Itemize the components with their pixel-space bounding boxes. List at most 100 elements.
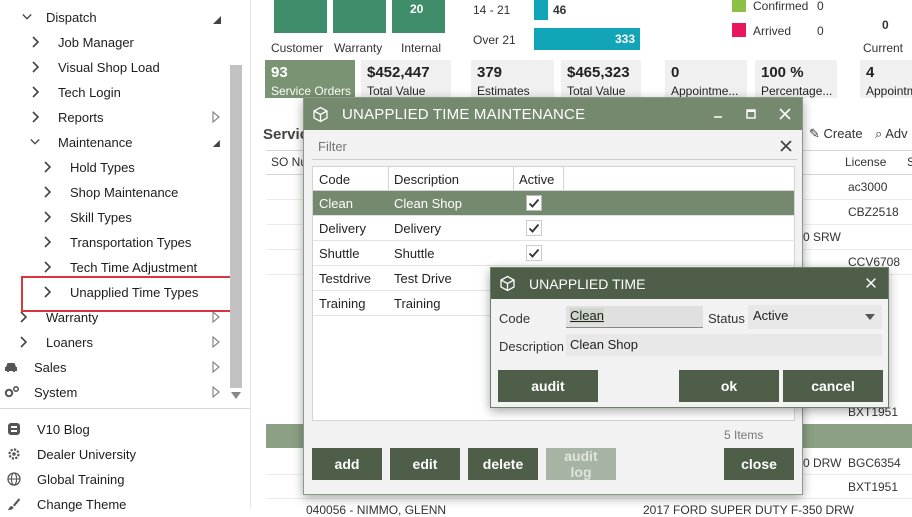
- close-icon[interactable]: [777, 106, 793, 122]
- sidebar-item-sales[interactable]: Sales: [0, 355, 245, 379]
- add-button[interactable]: add: [312, 448, 382, 480]
- vehicle-cell: 0 SRW: [803, 230, 841, 244]
- code-cell: Training: [319, 295, 366, 311]
- edit-button[interactable]: edit: [390, 448, 460, 480]
- column-header-description[interactable]: Description: [388, 167, 513, 191]
- sidebar-item-label: Hold Types: [70, 159, 135, 175]
- tile-appointments-current[interactable]: 4 Appointm: [860, 60, 912, 98]
- tile-estimates-value[interactable]: $465,323 Total Value: [561, 60, 641, 98]
- status-select[interactable]: Active: [748, 305, 882, 329]
- caret-expanded-icon: [213, 16, 221, 24]
- sidebar-item-global-training[interactable]: Global Training: [0, 467, 245, 491]
- dialog-titlebar[interactable]: UNAPPLIED TIME MAINTENANCE: [304, 98, 802, 130]
- sidebar-item-job-manager[interactable]: Job Manager: [0, 30, 245, 54]
- caret-right-icon: [212, 336, 220, 348]
- caret-right-icon: [212, 361, 220, 373]
- filter-input[interactable]: [312, 134, 767, 159]
- bar-label-warranty: Warranty: [334, 41, 383, 55]
- scroll-down-arrow-icon[interactable]: [231, 392, 241, 400]
- unapplied-time-edit-dialog: UNAPPLIED TIME Code Clean Status Active …: [490, 267, 889, 408]
- description-input[interactable]: Clean Shop: [566, 334, 882, 356]
- audit-button[interactable]: audit: [498, 370, 598, 402]
- description-label: Description: [499, 339, 565, 354]
- sidebar-item-shop-maintenance[interactable]: Shop Maintenance: [0, 180, 245, 204]
- sidebar-item-label: Skill Types: [70, 209, 132, 225]
- sidebar-item-reports[interactable]: Reports: [0, 105, 245, 129]
- sidebar-scrollbar[interactable]: [230, 0, 242, 405]
- scrollbar-thumb[interactable]: [230, 65, 242, 388]
- legend-swatch-confirmed: [732, 0, 746, 12]
- audit-log-button[interactable]: audit log: [546, 448, 616, 480]
- close-icon[interactable]: [864, 276, 878, 290]
- sidebar-item-change-theme[interactable]: Change Theme: [0, 492, 245, 516]
- ok-button[interactable]: ok: [679, 370, 779, 402]
- code-input[interactable]: Clean: [566, 306, 703, 328]
- sidebar-item-label: System: [34, 384, 78, 400]
- tile-percentage[interactable]: 100 % Percentage...: [755, 60, 837, 98]
- divider: [0, 408, 250, 409]
- chevron-right-icon: [19, 310, 29, 324]
- advanced-search-button[interactable]: ⌕ Adv: [875, 126, 908, 142]
- active-checkbox[interactable]: [526, 220, 542, 236]
- license-cell: BXT1951: [848, 480, 899, 494]
- status-value: Active: [753, 308, 789, 323]
- tile-estimates[interactable]: 379 Estimates: [471, 60, 554, 98]
- chevron-right-icon: [31, 85, 41, 99]
- sidebar-nav: Dispatch Job Manager Visual Shop Load Te…: [0, 0, 250, 512]
- search-icon: ⌕: [875, 126, 883, 141]
- sidebar-item-dealer-university[interactable]: Dealer University: [0, 442, 245, 466]
- chevron-right-icon: [43, 260, 53, 274]
- tile-value: $452,447: [367, 64, 430, 81]
- tile-total-value[interactable]: $452,447 Total Value: [361, 60, 451, 98]
- filter-bar: [312, 134, 797, 160]
- sidebar-item-transportation-types[interactable]: Transportation Types: [0, 230, 245, 254]
- tile-value: 100 %: [761, 64, 804, 81]
- internal-bar: 20: [392, 0, 445, 33]
- sidebar-item-visual-shop-load[interactable]: Visual Shop Load: [0, 55, 245, 79]
- bar-label-internal: Internal: [401, 41, 442, 55]
- cancel-button[interactable]: cancel: [783, 370, 883, 402]
- sidebar-item-hold-types[interactable]: Hold Types: [0, 155, 245, 179]
- active-checkbox[interactable]: [526, 195, 542, 211]
- table-row[interactable]: Clean Clean Shop: [313, 191, 794, 216]
- chevron-right-icon: [31, 60, 41, 74]
- legend-label: Confirmed: [753, 0, 809, 13]
- sidebar-item-label: Maintenance: [58, 134, 133, 150]
- sidebar-item-label: Tech Time Adjustment: [70, 259, 198, 275]
- bar-label-customer: Customer: [271, 41, 324, 55]
- column-header-s: S: [907, 155, 912, 169]
- sidebar-item-dispatch[interactable]: Dispatch: [0, 5, 245, 29]
- tile-service-orders[interactable]: 93 Service Orders: [265, 60, 355, 98]
- clear-filter-icon[interactable]: [779, 139, 793, 153]
- description-cell: Clean Shop: [394, 195, 462, 211]
- chevron-down-icon: [30, 135, 40, 149]
- maximize-icon[interactable]: [743, 106, 759, 122]
- settings-icon: [4, 385, 20, 399]
- aging-count: 46: [553, 3, 567, 17]
- sidebar-item-v10-blog[interactable]: V10 Blog: [0, 417, 245, 441]
- table-row[interactable]: Shuttle Shuttle: [313, 241, 794, 266]
- close-button[interactable]: close: [724, 448, 794, 480]
- sidebar-item-maintenance[interactable]: Maintenance: [0, 130, 245, 154]
- delete-button[interactable]: delete: [468, 448, 538, 480]
- sidebar-item-label: Sales: [34, 359, 67, 375]
- table-row[interactable]: Delivery Delivery: [313, 216, 794, 241]
- aging-bar-14-21: [534, 0, 548, 20]
- tile-appointments[interactable]: 0 Appointme...: [665, 60, 747, 98]
- tile-label: Estimates: [477, 84, 530, 98]
- legend-count: 0: [817, 24, 824, 38]
- sidebar-item-system[interactable]: System: [0, 380, 245, 404]
- column-header-code[interactable]: Code: [313, 167, 388, 191]
- minimize-icon[interactable]: [710, 106, 726, 122]
- tile-label: Total Value: [567, 84, 626, 98]
- chevron-right-icon: [43, 235, 53, 249]
- column-header-active[interactable]: Active: [513, 167, 563, 191]
- grid-header: Code Description Active: [313, 167, 794, 191]
- create-button[interactable]: ✎ Create: [809, 126, 863, 142]
- sidebar-item-tech-login[interactable]: Tech Login: [0, 80, 245, 104]
- aging-count: 333: [614, 32, 635, 46]
- dialog-titlebar[interactable]: UNAPPLIED TIME: [491, 268, 888, 299]
- active-checkbox[interactable]: [526, 245, 542, 261]
- sidebar-item-loaners[interactable]: Loaners: [0, 330, 245, 354]
- sidebar-item-skill-types[interactable]: Skill Types: [0, 205, 245, 229]
